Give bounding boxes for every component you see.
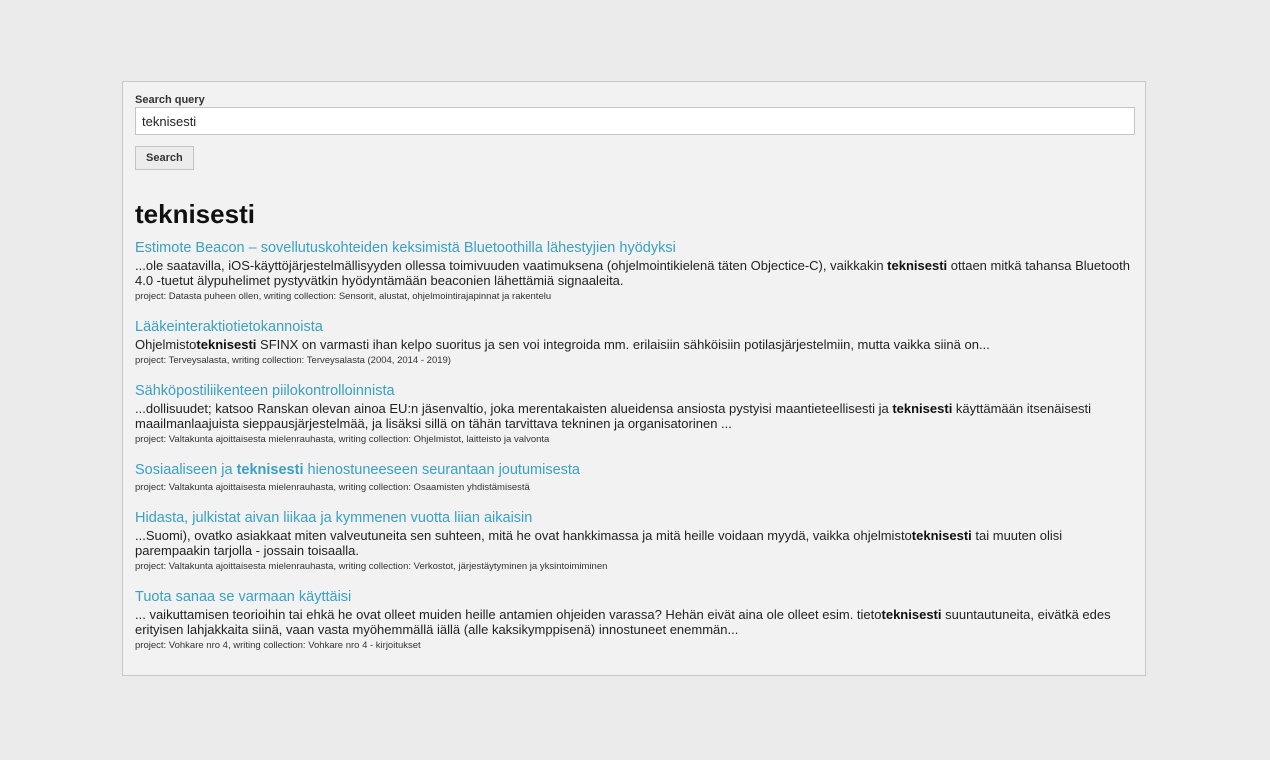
result-snippet: ...Suomi), ovatko asiakkaat miten valveu… — [135, 528, 1135, 558]
result-title-text: Lääkeinteraktiotietokannoista — [135, 319, 323, 335]
result-title-link[interactable]: Hidasta, julkistat aivan liikaa ja kymme… — [135, 509, 1135, 527]
result-meta: project: Valtakunta ajoittaisesta mielen… — [135, 561, 608, 572]
result-meta: project: Terveysalasta, writing collecti… — [135, 355, 451, 366]
search-panel: Search query Search teknisesti Estimote … — [122, 81, 1146, 676]
snippet-text: ... vaikuttamisen teorioihin tai ehkä he… — [135, 607, 882, 622]
result-title-text: Tuota sanaa se varmaan käyttäisi — [135, 589, 352, 605]
result-title-link[interactable]: Tuota sanaa se varmaan käyttäisi — [135, 588, 1135, 606]
result-title-text: Estimote Beacon – sovellutuskohteiden ke… — [135, 240, 676, 256]
result-title-text: Sähköpostiliikenteen piilokontrolloinnis… — [135, 383, 395, 399]
result-meta: project: Vohkare nro 4, writing collecti… — [135, 640, 421, 651]
result-title-link[interactable]: Sosiaaliseen ja teknisesti hienostuneese… — [135, 461, 1135, 479]
search-query-label: Search query — [135, 94, 205, 106]
result-title-text: Hidasta, julkistat aivan liikaa ja kymme… — [135, 510, 533, 526]
highlighted-term: teknisesti — [196, 337, 257, 352]
result-snippet: ... vaikuttamisen teorioihin tai ehkä he… — [135, 607, 1135, 637]
results-heading: teknisesti — [135, 199, 255, 229]
result-item: Hidasta, julkistat aivan liikaa ja kymme… — [135, 509, 1135, 573]
snippet-text: SFINX on varmasti ihan kelpo suoritus ja… — [256, 337, 990, 352]
result-meta: project: Valtakunta ajoittaisesta mielen… — [135, 482, 530, 493]
results-list: Estimote Beacon – sovellutuskohteiden ke… — [135, 239, 1135, 652]
highlighted-term: teknisesti — [892, 401, 953, 416]
highlighted-term: teknisesti — [236, 462, 304, 478]
result-title-text: hienostuneeseen seurantaan joutumisesta — [303, 462, 580, 478]
result-snippet: ...dollisuudet; katsoo Ranskan olevan ai… — [135, 401, 1135, 431]
snippet-text: ...ole saatavilla, iOS-käyttöjärjestelmä… — [135, 258, 888, 273]
result-item: Estimote Beacon – sovellutuskohteiden ke… — [135, 239, 1135, 303]
result-meta: project: Datasta puheen ollen, writing c… — [135, 291, 552, 302]
result-item: Sosiaaliseen ja teknisesti hienostuneese… — [135, 461, 1135, 494]
result-meta: project: Valtakunta ajoittaisesta mielen… — [135, 434, 550, 445]
search-button[interactable]: Search — [135, 146, 194, 170]
highlighted-term: teknisesti — [911, 528, 972, 543]
snippet-text: Ohjelmisto — [135, 337, 197, 352]
result-title-link[interactable]: Lääkeinteraktiotietokannoista — [135, 318, 1135, 336]
result-item: Lääkeinteraktiotietokannoista Ohjelmistot… — [135, 318, 1135, 367]
result-snippet: ...ole saatavilla, iOS-käyttöjärjestelmä… — [135, 258, 1135, 288]
snippet-text: ...Suomi), ovatko asiakkaat miten valveu… — [135, 528, 912, 543]
result-item: Tuota sanaa se varmaan käyttäisi ... vaik… — [135, 588, 1135, 652]
highlighted-term: teknisesti — [881, 607, 942, 622]
result-title-link[interactable]: Estimote Beacon – sovellutuskohteiden ke… — [135, 239, 1135, 257]
result-title-text: Sosiaaliseen ja — [135, 462, 237, 478]
snippet-text: ...dollisuudet; katsoo Ranskan olevan ai… — [135, 401, 893, 416]
search-input[interactable] — [135, 107, 1135, 135]
result-item: Sähköpostiliikenteen piilokontrolloinnis… — [135, 382, 1135, 446]
result-snippet: Ohjelmistoteknisesti SFINX on varmasti i… — [135, 337, 1135, 352]
result-title-link[interactable]: Sähköpostiliikenteen piilokontrolloinnis… — [135, 382, 1135, 400]
highlighted-term: teknisesti — [887, 258, 948, 273]
